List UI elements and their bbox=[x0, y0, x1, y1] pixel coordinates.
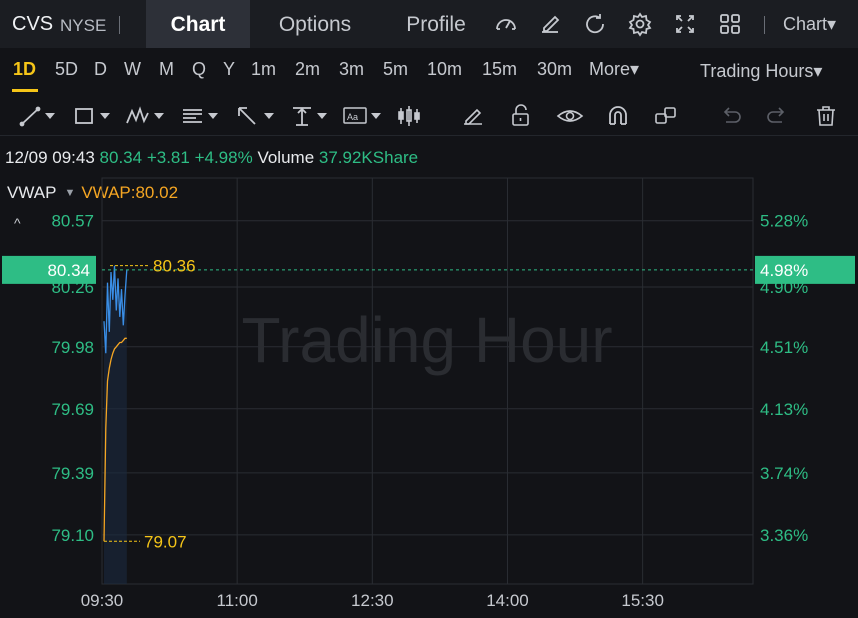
x-tick-label: 11:00 bbox=[217, 591, 258, 610]
y-tick-label: 80.57 bbox=[51, 212, 94, 231]
x-tick-label: 09:30 bbox=[81, 591, 124, 610]
chart-grid bbox=[101, 177, 754, 585]
y-pct-tick-label: 5.28% bbox=[760, 212, 808, 231]
y-pct-tick-label: 3.36% bbox=[760, 526, 808, 545]
low-marker-label: 79.07 bbox=[144, 532, 187, 551]
x-tick-label: 14:00 bbox=[486, 591, 529, 610]
watermark-text: Trading Hour bbox=[241, 304, 612, 376]
y-tick-label: 79.39 bbox=[51, 464, 94, 483]
y-tick-label: 79.69 bbox=[51, 400, 94, 419]
labels-layer: 09:30 11:00 12:30 14:00 15:3080.57 5.28%80.26… bbox=[2, 212, 855, 610]
y-pct-tick-label: 4.13% bbox=[760, 400, 808, 419]
x-tick-label: 15:30 bbox=[621, 591, 664, 610]
price-chart[interactable]: Trading Hour 09:30 11:00 12:30 14:00 15:30 80… bbox=[0, 0, 858, 618]
y-pct-tick-label: 3.74% bbox=[760, 464, 808, 483]
current-pct-tag-label: 4.98% bbox=[760, 261, 808, 280]
high-marker-label: 80.36 bbox=[153, 257, 196, 276]
y-tick-label: 79.10 bbox=[51, 526, 94, 545]
plot-frame bbox=[101, 177, 754, 585]
current-price-tag-label: 80.34 bbox=[47, 261, 90, 280]
y-tick-label: 79.98 bbox=[51, 338, 94, 357]
x-tick-label: 12:30 bbox=[351, 591, 394, 610]
y-pct-tick-label: 4.51% bbox=[760, 338, 808, 357]
